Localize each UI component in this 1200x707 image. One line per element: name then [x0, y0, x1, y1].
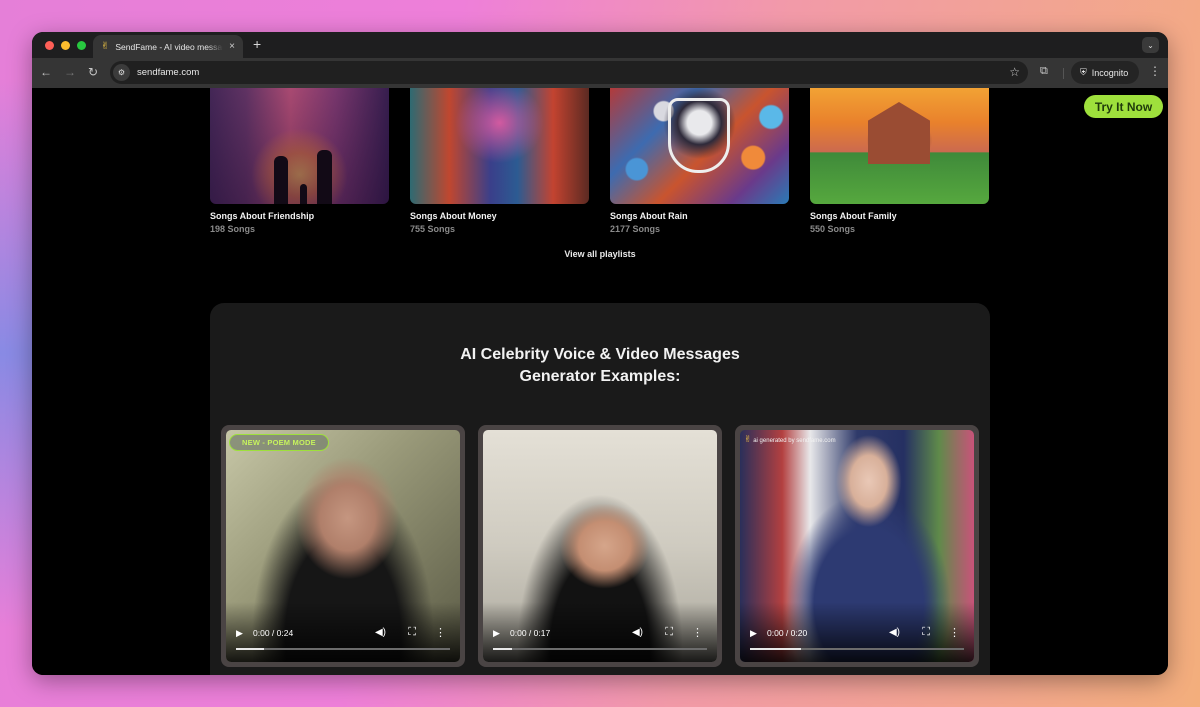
examples-section: AI Celebrity Voice & Video Messages Gene… — [210, 303, 990, 675]
try-it-now-button[interactable]: Try It Now — [1084, 95, 1163, 118]
video-time: 0:00 / 0:20 — [767, 628, 808, 638]
watermark-text: ai generated by sendfame.com — [753, 438, 836, 444]
video-progress-fill — [493, 648, 513, 650]
playlist-count: 550 Songs — [810, 224, 856, 234]
window-controls — [45, 41, 86, 50]
video-progress-bar[interactable] — [750, 648, 964, 650]
person-silhouette — [274, 156, 288, 204]
video-frame[interactable]: ✌ ai generated by sendfame.com ▶ 0:00 / … — [740, 430, 974, 662]
playlist-title[interactable]: Songs About Money — [410, 211, 589, 221]
playlist-count: 755 Songs — [410, 224, 456, 234]
toolbar: ← → ↻ ⚙ sendfame.com ☆ ⧉ ⛨ Incognito ⋮ — [32, 58, 1168, 88]
more-options-icon[interactable]: ⋮ — [949, 626, 960, 639]
close-tab-icon[interactable]: × — [229, 41, 235, 52]
section-title-line: Generator Examples: — [519, 368, 681, 385]
sendfame-watermark: ✌ ai generated by sendfame.com — [744, 434, 836, 445]
bookmark-star-icon[interactable]: ☆ — [1009, 65, 1020, 79]
video-player[interactable]: ✌ ai generated by sendfame.com ▶ 0:00 / … — [735, 425, 979, 667]
house-illustration — [868, 102, 930, 164]
video-progress-bar[interactable] — [493, 648, 707, 650]
playlist-card[interactable]: Songs About Money 755 Songs — [410, 88, 589, 234]
section-title: AI Celebrity Voice & Video Messages Gene… — [210, 344, 990, 388]
toolbar-divider — [1063, 68, 1064, 79]
address-bar[interactable]: ⚙ sendfame.com ☆ — [110, 61, 1028, 84]
forward-button[interactable]: → — [64, 65, 76, 79]
person-silhouette — [317, 150, 332, 204]
video-controls: ▶ 0:00 / 0:24 ◀) ⛶ ⋮ — [226, 622, 460, 662]
playlist-card[interactable]: Songs About Family 550 Songs — [810, 88, 989, 234]
playlist-image[interactable] — [410, 88, 589, 204]
url-text[interactable]: sendfame.com — [137, 67, 199, 78]
video-progress-fill — [236, 648, 264, 650]
back-button[interactable]: ← — [40, 65, 52, 79]
fullscreen-icon[interactable]: ⛶ — [665, 626, 673, 639]
playlist-count: 198 Songs — [210, 224, 256, 234]
playlist-image[interactable] — [810, 88, 989, 204]
video-controls: ▶ 0:00 / 0:17 ◀) ⛶ ⋮ — [483, 622, 717, 662]
video-progress-bar[interactable] — [236, 648, 450, 650]
playlist-grid: Songs About Friendship 198 Songs Songs A… — [210, 88, 990, 234]
victory-hand-icon: ✌ — [744, 434, 752, 444]
play-icon[interactable]: ▶ — [750, 628, 757, 639]
incognito-label: Incognito — [1091, 67, 1129, 78]
playlist-image[interactable] — [210, 88, 389, 204]
tab-sendfame[interactable]: ✌ SendFame - AI video messages × — [93, 35, 243, 58]
more-options-icon[interactable]: ⋮ — [435, 626, 446, 639]
video-player[interactable]: NEW - POEM MODE ▶ 0:00 / 0:24 ◀) ⛶ ⋮ — [221, 425, 465, 667]
minimize-window-button[interactable] — [61, 41, 70, 50]
more-options-icon[interactable]: ⋮ — [692, 626, 703, 639]
tab-search-button[interactable]: ⌄ — [1142, 37, 1159, 53]
victory-hand-icon: ✌ — [101, 41, 110, 52]
maximize-window-button[interactable] — [77, 41, 86, 50]
playlist-image[interactable] — [610, 88, 789, 204]
video-progress-fill — [750, 648, 802, 650]
volume-icon[interactable]: ◀) — [889, 627, 900, 638]
video-list: NEW - POEM MODE ▶ 0:00 / 0:24 ◀) ⛶ ⋮ ▶ 0… — [221, 425, 979, 667]
extensions-icon[interactable]: ⧉ — [1040, 65, 1048, 78]
close-window-button[interactable] — [45, 41, 54, 50]
browser-menu-icon[interactable]: ⋮ — [1149, 64, 1161, 78]
playlist-title[interactable]: Songs About Family — [810, 211, 989, 221]
tab-strip: ✌ SendFame - AI video messages × + ⌄ — [32, 32, 1168, 58]
video-controls: ▶ 0:00 / 0:20 ◀) ⛶ ⋮ — [740, 622, 974, 662]
play-icon[interactable]: ▶ — [236, 628, 243, 639]
site-settings-icon[interactable]: ⚙ — [113, 64, 130, 81]
browser-window: ✌ SendFame - AI video messages × + ⌄ ← →… — [32, 32, 1168, 675]
video-frame[interactable]: NEW - POEM MODE ▶ 0:00 / 0:24 ◀) ⛶ ⋮ — [226, 430, 460, 662]
volume-icon[interactable]: ◀) — [632, 627, 643, 638]
page-content: Try It Now Songs About Friendship 198 So… — [32, 88, 1168, 675]
helmet-facemask — [668, 98, 730, 173]
view-all-playlists-link[interactable]: View all playlists — [32, 249, 1168, 259]
video-time: 0:00 / 0:17 — [510, 628, 551, 638]
incognito-icon: ⛨ — [1080, 67, 1087, 77]
playlist-title[interactable]: Songs About Friendship — [210, 211, 389, 221]
playlist-count: 2177 Songs — [610, 224, 661, 234]
volume-icon[interactable]: ◀) — [375, 627, 386, 638]
new-tab-button[interactable]: + — [253, 36, 261, 52]
playlist-title[interactable]: Songs About Rain — [610, 211, 789, 221]
tab-title: SendFame - AI video messages — [115, 41, 223, 52]
video-player[interactable]: ▶ 0:00 / 0:17 ◀) ⛶ ⋮ — [478, 425, 722, 667]
section-title-line: AI Celebrity Voice & Video Messages — [460, 346, 740, 363]
poem-mode-badge: NEW - POEM MODE — [229, 434, 329, 451]
playlist-card[interactable]: Songs About Friendship 198 Songs — [210, 88, 389, 234]
playlist-card[interactable]: Songs About Rain 2177 Songs — [610, 88, 789, 234]
video-frame[interactable]: ▶ 0:00 / 0:17 ◀) ⛶ ⋮ — [483, 430, 717, 662]
reload-button[interactable]: ↻ — [88, 65, 98, 79]
fullscreen-icon[interactable]: ⛶ — [922, 626, 930, 639]
fullscreen-icon[interactable]: ⛶ — [408, 626, 416, 639]
incognito-indicator[interactable]: ⛨ Incognito — [1071, 61, 1139, 84]
child-silhouette — [300, 184, 307, 204]
play-icon[interactable]: ▶ — [493, 628, 500, 639]
video-time: 0:00 / 0:24 — [253, 628, 294, 638]
